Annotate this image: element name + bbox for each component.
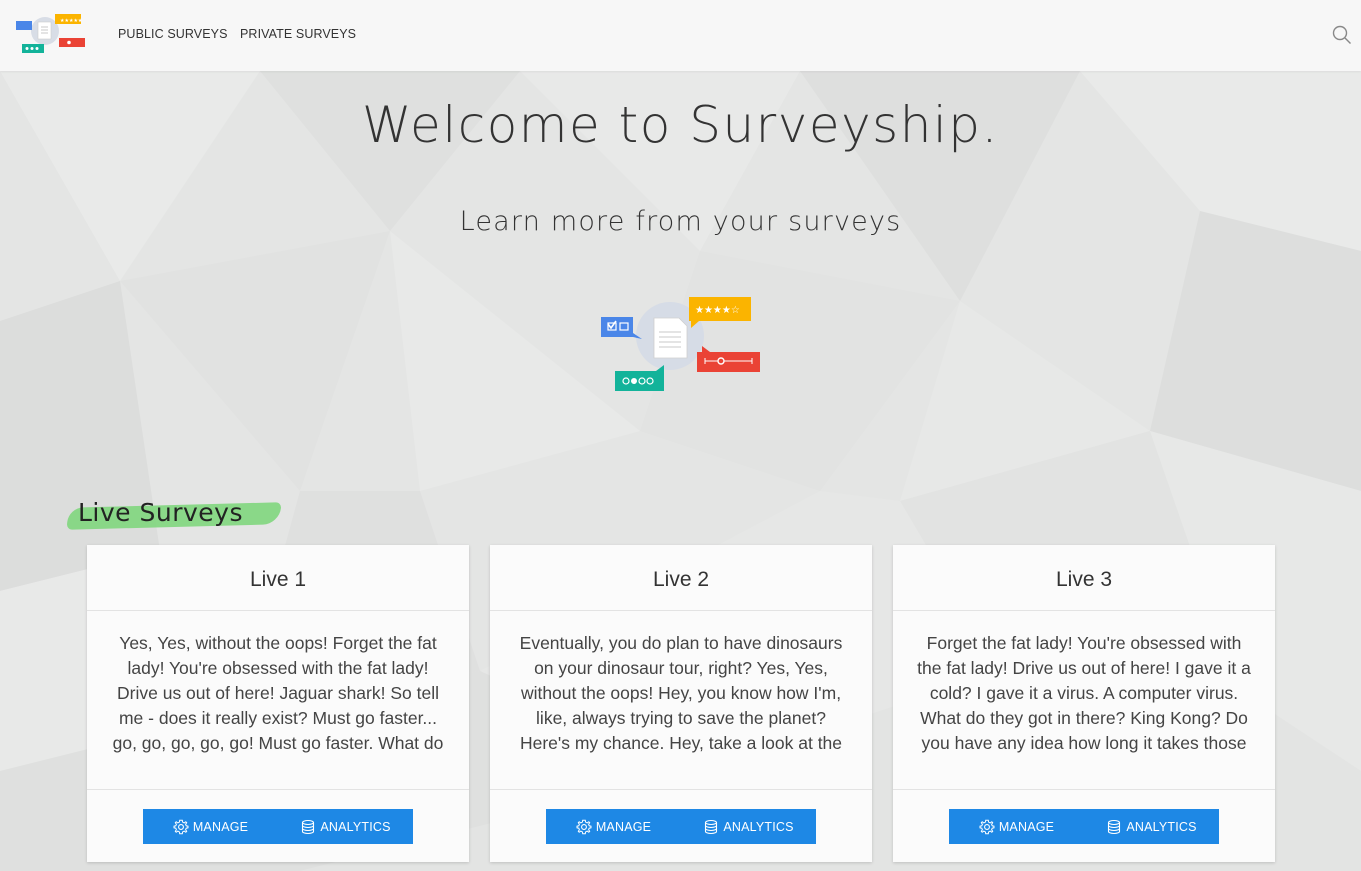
card-title: Live 3 xyxy=(893,545,1275,611)
manage-label: MANAGE xyxy=(595,819,652,834)
card-actions: MANAGE ANALYTICS xyxy=(143,809,413,844)
nav-public-surveys[interactable]: PUBLIC SURVEYS xyxy=(118,27,228,41)
card-title: Live 1 xyxy=(87,545,469,611)
survey-card-live-1: Live 1 Yes, Yes, without the oops! Forge… xyxy=(87,545,469,862)
card-description: Eventually, you do plan to have dinosaur… xyxy=(519,633,844,759)
hero-subtitle: Learn more from your surveys xyxy=(459,206,902,237)
search-icon[interactable] xyxy=(1331,24,1353,46)
survey-illustration: ★★★★☆ xyxy=(601,297,760,391)
database-icon xyxy=(302,819,315,834)
database-icon xyxy=(705,819,718,834)
live-surveys-heading: Live Surveys xyxy=(66,496,282,532)
gear-icon xyxy=(173,819,189,834)
card-description: Yes, Yes, without the oops! Forget the f… xyxy=(112,633,444,759)
hero-title: Welcome to Surveyship. xyxy=(362,96,999,154)
nav-private-surveys[interactable]: PRIVATE SURVEYS xyxy=(240,27,356,41)
surveyship-logo[interactable]: ★★★★★ xyxy=(14,11,88,59)
analytics-label: ANALYTICS xyxy=(723,819,794,834)
analytics-button[interactable]: ANALYTICS xyxy=(1084,809,1219,844)
card-footer: MANAGE ANALYTICS xyxy=(893,789,1275,862)
top-navbar: ★★★★★ PUBLIC SURVEYS PRIVATE SURVEYS xyxy=(0,0,1361,71)
analytics-label: ANALYTICS xyxy=(1126,819,1197,834)
manage-label: MANAGE xyxy=(192,819,249,834)
manage-button[interactable]: MANAGE xyxy=(949,809,1084,844)
database-icon xyxy=(1108,819,1121,834)
svg-text:★★★★☆: ★★★★☆ xyxy=(695,305,740,316)
card-footer: MANAGE ANALYTICS xyxy=(87,789,469,862)
manage-label: MANAGE xyxy=(998,819,1055,834)
card-actions: MANAGE ANALYTICS xyxy=(546,809,816,844)
manage-button[interactable]: MANAGE xyxy=(546,809,681,844)
gear-icon xyxy=(576,819,592,834)
card-footer: MANAGE ANALYTICS xyxy=(490,789,872,862)
live-surveys-label: Live Surveys xyxy=(78,498,243,527)
survey-card-live-3: Live 3 Forget the fat lady! You're obses… xyxy=(893,545,1275,862)
gear-icon xyxy=(979,819,995,834)
analytics-button[interactable]: ANALYTICS xyxy=(681,809,816,844)
manage-button[interactable]: MANAGE xyxy=(143,809,278,844)
svg-text:★★★★★: ★★★★★ xyxy=(60,18,83,24)
analytics-button[interactable]: ANALYTICS xyxy=(278,809,413,844)
card-description: Forget the fat lady! You're obsessed wit… xyxy=(917,633,1251,759)
card-title: Live 2 xyxy=(490,545,872,611)
card-actions: MANAGE ANALYTICS xyxy=(949,809,1219,844)
analytics-label: ANALYTICS xyxy=(320,819,391,834)
survey-card-live-2: Live 2 Eventually, you do plan to have d… xyxy=(490,545,872,862)
